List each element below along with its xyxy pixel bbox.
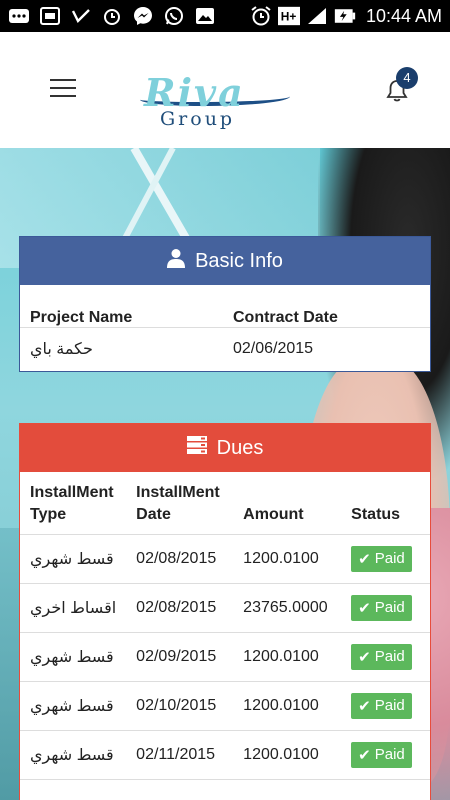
amount-cell: 1200.0100	[233, 730, 342, 780]
check-icon	[70, 6, 92, 26]
paid-badge[interactable]: ✔ Paid	[351, 643, 412, 670]
installment-type-cell: قسط شهري	[20, 534, 127, 584]
check-icon: ✔	[358, 648, 371, 666]
system-icons: H+ 10:44 AM	[250, 6, 442, 27]
svg-text:H+: H+	[281, 10, 297, 24]
basic-info-table: Project Name Contract Date حكمة باي 02/0…	[20, 285, 430, 371]
table-header-row: InstallMent Type InstallMent Date Amount S…	[20, 472, 430, 535]
status-cell: ✔ Paid	[341, 534, 430, 584]
messenger-icon	[132, 6, 154, 26]
installment-type-cell: قسط شهري	[20, 632, 127, 682]
clock: 10:44 AM	[365, 5, 442, 26]
column-header-status: Status	[341, 472, 430, 535]
dues-title: Dues	[216, 436, 264, 459]
table-row: قسط شهري 02/10/2015 1200.0100 ✔ Paid	[20, 681, 430, 731]
user-icon	[167, 248, 186, 274]
network-type-icon: H+	[277, 6, 300, 26]
logo-sub-text: Group	[160, 108, 236, 130]
installment-type-cell: قسط شهري	[20, 730, 127, 780]
notification-badge[interactable]: 4	[396, 67, 418, 89]
check-icon: ✔	[358, 550, 371, 568]
amount-cell: 23765.0000	[233, 583, 342, 633]
table-row: قسط شهري 02/09/2015 1200.0100 ✔ Paid	[20, 632, 430, 682]
image-icon	[194, 6, 216, 26]
status-cell: ✔ Paid	[341, 730, 430, 780]
column-header-project-name: Project Name	[20, 285, 223, 328]
installment-type-cell: اقساط اخري	[20, 583, 127, 633]
app-header: Riva Group 4	[0, 32, 450, 148]
status-bar: H+ 10:44 AM	[0, 0, 450, 32]
paid-badge[interactable]: ✔ Paid	[351, 594, 412, 621]
installment-type-cell: قسط شهري	[20, 681, 127, 731]
check-icon: ✔	[358, 697, 371, 715]
dues-table: InstallMent Type InstallMent Date Amount S…	[20, 472, 430, 780]
signal-icon	[306, 6, 328, 26]
screen-icon	[39, 6, 61, 26]
paid-badge[interactable]: ✔ Paid	[351, 692, 412, 719]
hamburger-menu-icon[interactable]	[50, 79, 76, 99]
table-header-row: Project Name Contract Date	[20, 285, 430, 328]
installment-date-cell: 02/09/2015	[126, 632, 234, 682]
riva-group-logo: Riva Group	[140, 70, 290, 136]
amount-cell: 1200.0100	[233, 681, 342, 731]
status-cell: ✔ Paid	[341, 632, 430, 682]
table-row: قسط شهري 02/11/2015 1200.0100 ✔ Paid	[20, 730, 430, 780]
paid-badge[interactable]: ✔ Paid	[351, 741, 412, 768]
whatsapp-icon	[163, 6, 185, 26]
status-cell: ✔ Paid	[341, 681, 430, 731]
contract-date-value: 02/06/2015	[233, 340, 314, 358]
column-header-contract-date: Contract Date	[223, 285, 430, 328]
alarm-icon	[101, 6, 123, 26]
battery-charging-icon	[334, 6, 356, 26]
column-header-installment-date: InstallMent Date	[126, 472, 234, 535]
status-cell: ✔ Paid	[341, 583, 430, 633]
basic-info-title: Basic Info	[195, 249, 283, 272]
server-icon	[186, 436, 207, 460]
amount-cell: 1200.0100	[233, 534, 342, 584]
table-row: حكمة باي 02/06/2015	[20, 327, 430, 371]
paid-badge[interactable]: ✔ Paid	[351, 545, 412, 572]
check-icon: ✔	[358, 599, 371, 617]
installment-date-cell: 02/08/2015	[126, 583, 234, 633]
dues-card: Dues InstallMent Type InstallMent Date Amo…	[19, 423, 431, 800]
table-row: اقساط اخري 02/08/2015 23765.0000 ✔ Paid	[20, 583, 430, 633]
installment-date-cell: 02/11/2015	[126, 730, 234, 780]
table-row: قسط شهري 02/08/2015 1200.0100 ✔ Paid	[20, 534, 430, 584]
column-header-installment-type: InstallMent Type	[20, 472, 127, 535]
amount-cell: 1200.0100	[233, 632, 342, 682]
basic-info-header: Basic Info	[20, 237, 430, 285]
column-header-amount: Amount	[233, 472, 342, 535]
more-icon	[8, 6, 30, 26]
installment-date-cell: 02/08/2015	[126, 534, 234, 584]
dues-header: Dues	[20, 424, 430, 472]
installment-date-cell: 02/10/2015	[126, 681, 234, 731]
alarm-icon	[250, 6, 272, 26]
project-name-value: حكمة باي	[30, 341, 93, 359]
notification-icons	[8, 6, 216, 26]
basic-info-card: Basic Info Project Name Contract Date حك…	[19, 236, 431, 372]
check-icon: ✔	[358, 746, 371, 764]
